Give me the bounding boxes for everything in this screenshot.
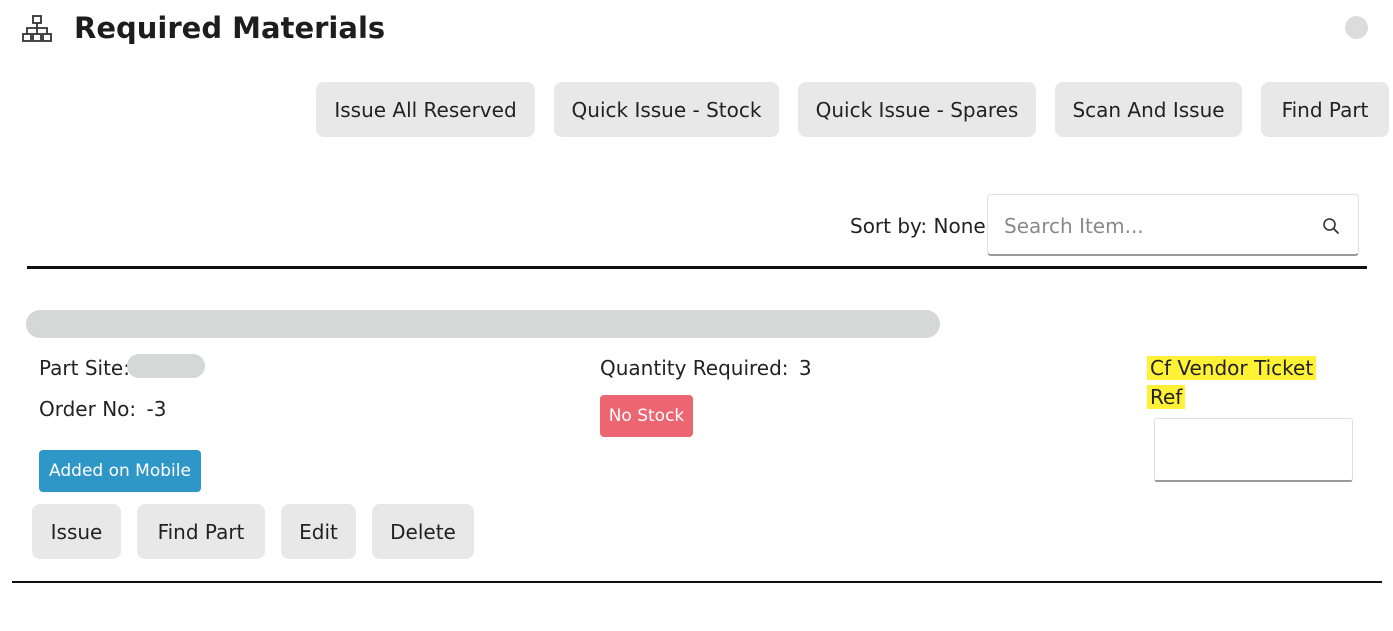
quantity-required-value: 3 (798, 356, 812, 380)
status-indicator (1345, 16, 1368, 39)
search-box (987, 194, 1359, 257)
order-number-value: -3 (146, 397, 167, 421)
divider (12, 581, 1382, 583)
delete-button[interactable]: Delete (372, 504, 474, 559)
order-number: Order No: -3 (39, 395, 166, 423)
quantity-required-label: Quantity Required: (600, 356, 789, 380)
redacted-part-site-value (127, 354, 205, 378)
page-title: Required Materials (74, 11, 386, 45)
cf-label-line2: Ref (1147, 385, 1186, 409)
added-on-mobile-badge: Added on Mobile (39, 450, 201, 492)
part-site-label: Part Site: (39, 354, 130, 382)
search-input[interactable] (1002, 195, 1306, 257)
scan-and-issue-button[interactable]: Scan And Issue (1055, 82, 1242, 137)
quick-issue-spares-button[interactable]: Quick Issue - Spares (798, 82, 1036, 137)
redacted-part-title (26, 310, 940, 338)
search-icon[interactable] (1322, 217, 1340, 235)
sitemap-icon (22, 14, 52, 44)
part-site-label-text: Part Site: (39, 356, 130, 380)
edit-button[interactable]: Edit (281, 504, 356, 559)
quick-issue-stock-button[interactable]: Quick Issue - Stock (554, 82, 779, 137)
issue-button[interactable]: Issue (32, 504, 121, 559)
divider (27, 266, 1367, 269)
cf-label-line1: Cf Vendor Ticket (1147, 356, 1317, 380)
no-stock-badge: No Stock (600, 395, 693, 437)
find-part-button[interactable]: Find Part (1261, 82, 1389, 137)
cf-vendor-ticket-ref-label: Cf Vendor Ticket Ref (1147, 354, 1317, 412)
order-number-label: Order No: (39, 397, 137, 421)
quantity-required: Quantity Required: 3 (600, 354, 812, 382)
issue-all-reserved-button[interactable]: Issue All Reserved (316, 82, 535, 137)
sort-selector[interactable]: Sort by: None (850, 211, 986, 241)
item-find-part-button[interactable]: Find Part (137, 504, 265, 559)
cf-vendor-ticket-ref-input[interactable] (1154, 418, 1353, 482)
